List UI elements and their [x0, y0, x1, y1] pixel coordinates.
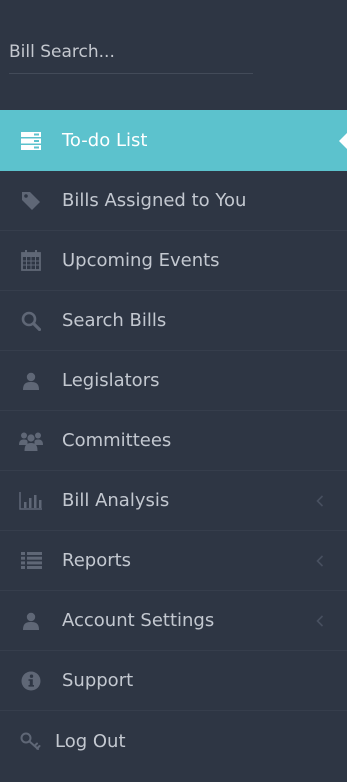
- sidebar-item-label: Account Settings: [62, 610, 215, 631]
- sidebar-item-label: Committees: [62, 430, 172, 451]
- sidebar: To-do List Bills Assigned to You: [0, 0, 347, 782]
- sidebar-item-upcoming-events[interactable]: Upcoming Events: [0, 231, 347, 291]
- sidebar-item-label: Legislators: [62, 370, 160, 391]
- tag-icon: [19, 189, 43, 213]
- info-icon: [19, 669, 43, 693]
- sidebar-item-bill-analysis[interactable]: Bill Analysis: [0, 471, 347, 531]
- sidebar-item-label: Log Out: [55, 730, 126, 752]
- sidebar-item-committees[interactable]: Committees: [0, 411, 347, 471]
- bill-search-input[interactable]: [9, 33, 253, 71]
- sidebar-item-label: Reports: [62, 550, 132, 571]
- chevron-left-icon[interactable]: [315, 614, 325, 628]
- sidebar-menu: To-do List Bills Assigned to You Upcomin…: [0, 110, 347, 771]
- search-icon: [19, 309, 43, 333]
- sidebar-item-label: Bills Assigned to You: [62, 190, 247, 211]
- sidebar-item-log-out[interactable]: Log Out: [0, 711, 347, 771]
- bill-search: [9, 33, 253, 74]
- list-icon: [19, 549, 43, 573]
- sidebar-item-label: Bill Analysis: [62, 490, 170, 511]
- calendar-icon: [19, 249, 43, 273]
- bar-chart-icon: [19, 489, 43, 513]
- sidebar-item-legislators[interactable]: Legislators: [0, 351, 347, 411]
- sidebar-item-bills-assigned[interactable]: Bills Assigned to You: [0, 171, 347, 231]
- todo-list-icon: [19, 129, 43, 153]
- sidebar-item-label: Support: [62, 670, 134, 691]
- users-icon: [19, 429, 43, 453]
- sidebar-item-label: Upcoming Events: [62, 250, 220, 271]
- user-icon: [19, 609, 43, 633]
- sidebar-item-label: To-do List: [62, 130, 148, 151]
- key-icon: [19, 729, 43, 753]
- chevron-left-icon[interactable]: [315, 554, 325, 568]
- sidebar-item-search-bills[interactable]: Search Bills: [0, 291, 347, 351]
- sidebar-item-account-settings[interactable]: Account Settings: [0, 591, 347, 651]
- sidebar-item-todo-list[interactable]: To-do List: [0, 110, 347, 171]
- sidebar-item-support[interactable]: Support: [0, 651, 347, 711]
- user-icon: [19, 369, 43, 393]
- sidebar-item-reports[interactable]: Reports: [0, 531, 347, 591]
- chevron-left-icon[interactable]: [315, 494, 325, 508]
- sidebar-item-label: Search Bills: [62, 310, 167, 331]
